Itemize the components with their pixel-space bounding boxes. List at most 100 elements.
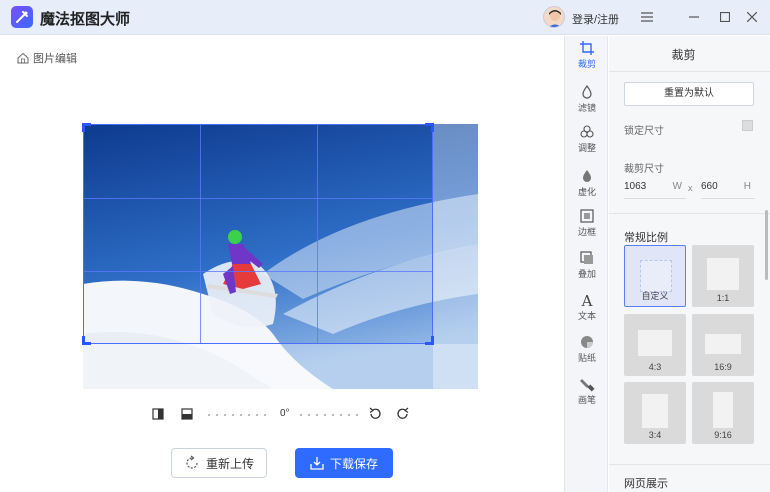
rotation-slider-right[interactable] (300, 413, 362, 417)
blur-icon (583, 170, 591, 182)
tool-label: 裁剪 (577, 59, 596, 69)
reupload-label: 重新上传 (205, 456, 254, 471)
height-unit: H (743, 181, 751, 192)
lock-size-label: 锁定尺寸 (624, 126, 664, 137)
tool-label: 贴纸 (577, 353, 596, 363)
width-value: 1063 (624, 181, 647, 192)
app-logo-icon (11, 6, 33, 28)
ratio-1-1[interactable]: 1:1 (692, 245, 754, 307)
tool-label: 叠加 (577, 269, 596, 279)
ratio-label: 4:3 (648, 362, 662, 372)
size-separator: x (688, 183, 693, 193)
ratio-9-16[interactable]: 9:16 (692, 382, 754, 444)
filter-icon (582, 84, 592, 99)
panel-divider (609, 464, 770, 465)
tool-overlay[interactable]: 叠加 (565, 250, 609, 290)
breadcrumb-label: 图片编辑 (33, 53, 77, 65)
minimize-icon[interactable] (685, 8, 703, 26)
home-icon (17, 52, 29, 64)
login-link[interactable]: 登录/注册 (572, 11, 619, 27)
ratio-16-9[interactable]: 16:9 (692, 314, 754, 376)
download-save-label: 下载保存 (329, 456, 378, 471)
crop-handle-bottom-left[interactable] (82, 336, 91, 345)
crop-panel: 裁剪 重置为默认 锁定尺寸 裁剪尺寸 1063 W x 660 H 常规比例 自… (609, 36, 770, 492)
tool-label: 边框 (577, 227, 596, 237)
crop-handle-top-left[interactable] (82, 123, 91, 132)
breadcrumb[interactable]: 图片编辑 (17, 50, 77, 66)
ratio-3-4[interactable]: 3:4 (624, 382, 686, 444)
ratio-label: 9:16 (714, 430, 732, 440)
ratio-preview (640, 260, 672, 292)
tool-label: 调整 (577, 143, 596, 153)
brush-icon (580, 379, 595, 392)
crop-icon (580, 41, 594, 55)
lock-size-checkbox[interactable] (742, 120, 753, 131)
grid-line (317, 125, 318, 343)
refresh-icon (186, 455, 198, 469)
ratio-preview (713, 392, 733, 428)
text-icon: A (581, 292, 593, 308)
tool-text[interactable]: A 文本 (565, 292, 609, 332)
ratio-label: 1:1 (716, 293, 730, 303)
app-title: 魔法抠图大师 (40, 11, 131, 28)
crop-outside-shade (83, 344, 478, 389)
panel-divider (609, 213, 770, 214)
download-save-button[interactable]: 下载保存 (295, 448, 393, 478)
tool-filter[interactable]: 滤镜 (565, 84, 609, 124)
ratio-label: 16:9 (714, 362, 732, 372)
crop-size-label: 裁剪尺寸 (624, 164, 664, 175)
width-unit: W (672, 181, 682, 192)
rotation-angle: 0° (280, 408, 290, 419)
grid-line (200, 125, 201, 343)
overlay-icon (580, 251, 593, 264)
tool-strip: 裁剪 滤镜 调整 虚化 边框 叠加 A 文本 贴纸 画笔 (564, 36, 608, 492)
ratio-4-3[interactable]: 4:3 (624, 314, 686, 376)
reset-default-button[interactable]: 重置为默认 (624, 82, 754, 106)
crop-handle-bottom-right[interactable] (425, 336, 434, 345)
grid-line (84, 198, 432, 199)
ratio-preview (705, 334, 741, 354)
panel-title: 裁剪 (671, 48, 696, 62)
panel-divider (609, 71, 770, 72)
close-icon[interactable] (743, 8, 761, 26)
tool-label: 虚化 (577, 187, 596, 197)
panel-scrollbar[interactable] (765, 210, 768, 280)
height-input[interactable]: 660 H (701, 177, 755, 199)
title-bar: 魔法抠图大师 登录/注册 (0, 0, 770, 35)
tool-label: 画笔 (577, 395, 596, 405)
tool-brush[interactable]: 画笔 (565, 376, 609, 416)
flip-horizontal-icon[interactable] (152, 408, 164, 420)
web-display-section-title: 网页展示 (624, 478, 668, 490)
sticker-icon (581, 336, 593, 348)
border-icon (580, 209, 594, 223)
download-icon (310, 457, 324, 470)
ratio-label: 3:4 (648, 430, 662, 440)
ratio-preview (638, 330, 672, 356)
crop-box[interactable] (82, 123, 434, 345)
maximize-icon[interactable] (716, 8, 734, 26)
rotation-slider-left[interactable] (208, 413, 270, 417)
tool-adjust[interactable]: 调整 (565, 124, 609, 164)
rotation-bar: 0° (150, 405, 420, 425)
flip-vertical-icon[interactable] (181, 408, 193, 420)
ratio-label: 自定义 (641, 291, 669, 301)
tool-label: 文本 (577, 311, 596, 321)
crop-handle-top-right[interactable] (425, 123, 434, 132)
ratio-preview (642, 394, 668, 428)
rotate-right-icon[interactable] (396, 407, 410, 421)
adjust-icon (580, 125, 594, 138)
tool-blur[interactable]: 虚化 (565, 168, 609, 208)
tool-label: 滤镜 (577, 103, 596, 113)
grid-line (84, 271, 432, 272)
ratio-section-title: 常规比例 (624, 232, 668, 244)
svg-text:A: A (581, 292, 593, 308)
reupload-button[interactable]: 重新上传 (171, 448, 267, 478)
width-input[interactable]: 1063 W (624, 177, 686, 199)
tool-border[interactable]: 边框 (565, 208, 609, 248)
ratio-custom[interactable]: 自定义 (624, 245, 686, 307)
tool-sticker[interactable]: 贴纸 (565, 334, 609, 374)
menu-icon[interactable] (638, 8, 656, 26)
tool-crop[interactable]: 裁剪 (565, 40, 609, 80)
rotate-left-icon[interactable] (368, 407, 382, 421)
avatar[interactable] (543, 6, 565, 28)
